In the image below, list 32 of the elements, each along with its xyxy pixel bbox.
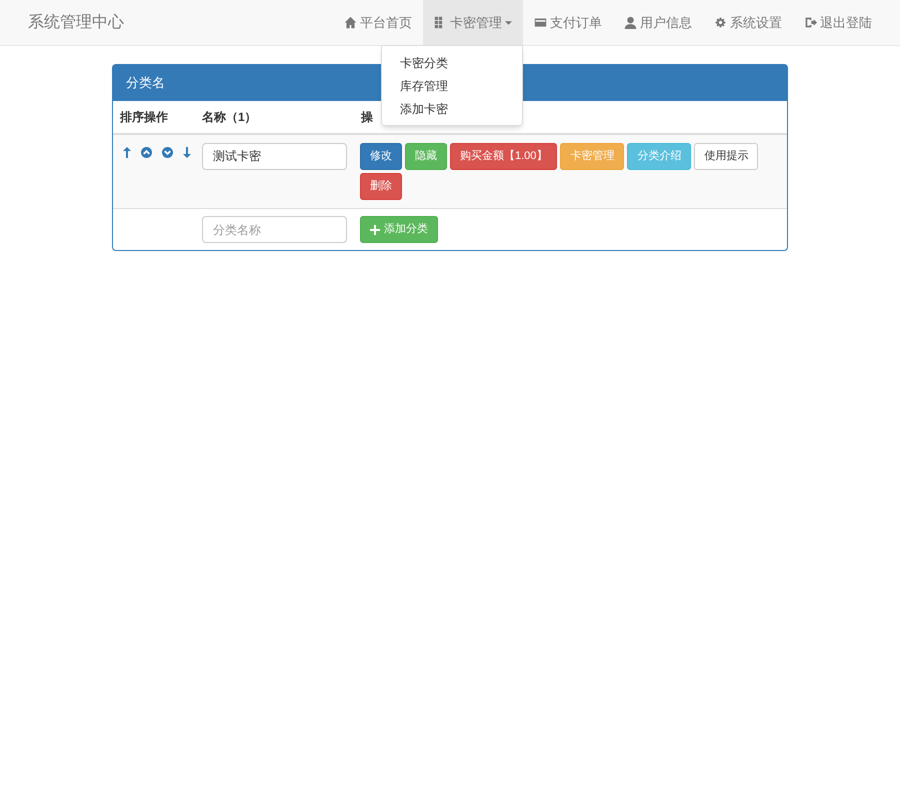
- category-name-field[interactable]: 分类名称: [202, 216, 347, 243]
- column-header: 操: [360, 109, 373, 126]
- dropdown-item[interactable]: 库存管理: [382, 74, 522, 97]
- user-icon: [624, 16, 637, 29]
- circle-up-icon[interactable]: [141, 147, 152, 158]
- nav-link[interactable]: 卡密管理: [423, 0, 523, 45]
- logout-icon: [804, 16, 817, 29]
- circle-down-icon[interactable]: [162, 147, 173, 158]
- action-button[interactable]: 修改: [360, 143, 402, 170]
- action-button[interactable]: 隐藏: [405, 143, 447, 170]
- nav-link[interactable]: 支付订单: [523, 0, 613, 45]
- home-icon: [344, 16, 357, 29]
- card-icon: [534, 16, 547, 29]
- action-button[interactable]: 使用提示: [694, 143, 758, 170]
- action-button[interactable]: 删除: [360, 173, 402, 200]
- settings-icon: [714, 16, 727, 29]
- column-header: 名称（1）: [200, 109, 258, 126]
- nav-link[interactable]: 系统设置: [703, 0, 793, 45]
- panel-title: 分类名: [126, 74, 165, 92]
- column-header: 排序操作: [118, 109, 169, 126]
- plus-icon: [370, 224, 380, 234]
- dropdown-item[interactable]: 卡密分类: [382, 51, 522, 74]
- nav-link[interactable]: 退出登陆: [793, 0, 883, 45]
- name-field[interactable]: 测试卡密: [202, 143, 347, 170]
- arrow-down-icon[interactable]: [183, 147, 191, 158]
- dropdown-item[interactable]: 添加卡密: [382, 97, 522, 120]
- brand-title[interactable]: 系统管理中心: [28, 10, 124, 34]
- add-category-button[interactable]: 添加分类: [360, 216, 438, 243]
- nav-link[interactable]: 平台首页: [333, 0, 423, 45]
- action-button[interactable]: 购买金额【1.00】: [450, 143, 558, 170]
- nav-link[interactable]: 用户信息: [613, 0, 703, 45]
- arrow-up-icon[interactable]: [123, 147, 131, 158]
